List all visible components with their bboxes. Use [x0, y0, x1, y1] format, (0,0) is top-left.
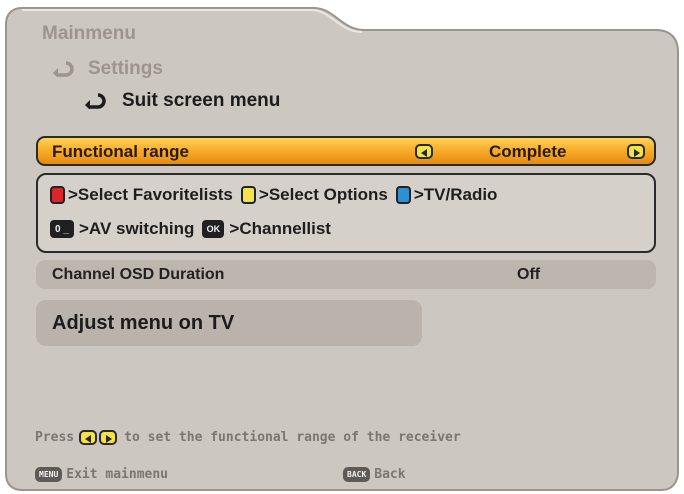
zero-key-label: >AV switching: [79, 219, 195, 238]
blue-key-item: >TV/Radio: [395, 185, 498, 205]
ok-key-item: OK >Channellist: [202, 219, 331, 239]
yellow-key-label: >Select Options: [258, 185, 388, 204]
exit-mainmenu-hint[interactable]: MENU Exit mainmenu: [35, 467, 168, 482]
red-key-icon: [50, 186, 65, 204]
curved-arrow-icon: [53, 61, 74, 77]
hint-text: to set the functional range of the recei…: [124, 430, 461, 445]
hint-press-text: Press: [35, 430, 75, 445]
adjust-menu-on-tv-label: Adjust menu on TV: [52, 312, 235, 334]
main-menu-screen: Mainmenu Settings Suit screen menu Funct…: [0, 0, 684, 494]
red-key-item: >Select Favoritelists: [50, 185, 233, 205]
zero-key-icon: 0 _: [50, 220, 74, 238]
key-legend-row: >Select Favoritelists >Select Options >T…: [50, 185, 505, 205]
zero-key-item: 0 _ >AV switching: [50, 219, 194, 239]
functional-range-selector[interactable]: Functional range Complete: [36, 136, 656, 166]
yellow-key-icon: [240, 186, 256, 204]
back-hint[interactable]: BACK Back: [343, 467, 406, 482]
page-title: Suit screen menu: [122, 90, 281, 111]
curved-arrow-icon: [85, 93, 106, 109]
yellow-key-item: >Select Options: [240, 185, 388, 205]
breadcrumb-settings: Settings: [88, 58, 163, 79]
red-key-label: >Select Favoritelists: [68, 185, 233, 204]
back-label: Back: [374, 467, 406, 482]
left-arrow-key-icon: [79, 430, 98, 445]
back-key-icon: BACK: [343, 467, 371, 482]
channel-osd-duration-value: Off: [517, 266, 541, 283]
exit-mainmenu-label: Exit mainmenu: [66, 467, 169, 482]
functional-range-label: Functional range: [52, 142, 189, 161]
menu-key-icon: MENU: [35, 467, 63, 482]
right-arrow-key-icon[interactable]: [627, 144, 645, 159]
breadcrumb-suit-screen-row: Suit screen menu: [84, 90, 280, 112]
blue-key-icon: [395, 186, 411, 204]
functional-range-value: Complete: [489, 142, 567, 161]
help-hint: Press to set the functional range of the…: [35, 430, 461, 445]
ok-key-icon: OK: [202, 220, 225, 238]
key-legend-row: 0 _ >AV switching OK >Channellist: [50, 219, 339, 239]
blue-key-label: >TV/Radio: [413, 185, 498, 204]
ok-key-label: >Channellist: [229, 219, 331, 238]
right-arrow-key-icon: [99, 430, 118, 445]
left-arrow-key-icon[interactable]: [415, 144, 433, 159]
channel-osd-duration-label: Channel OSD Duration: [52, 266, 225, 283]
adjust-menu-on-tv-button[interactable]: Adjust menu on TV: [36, 300, 422, 346]
breadcrumb-settings-row: Settings: [52, 58, 163, 80]
breadcrumb-mainmenu: Mainmenu: [42, 23, 136, 44]
key-legend-box: >Select Favoritelists >Select Options >T…: [36, 173, 656, 253]
channel-osd-duration-row[interactable]: Channel OSD Duration Off: [36, 260, 656, 289]
